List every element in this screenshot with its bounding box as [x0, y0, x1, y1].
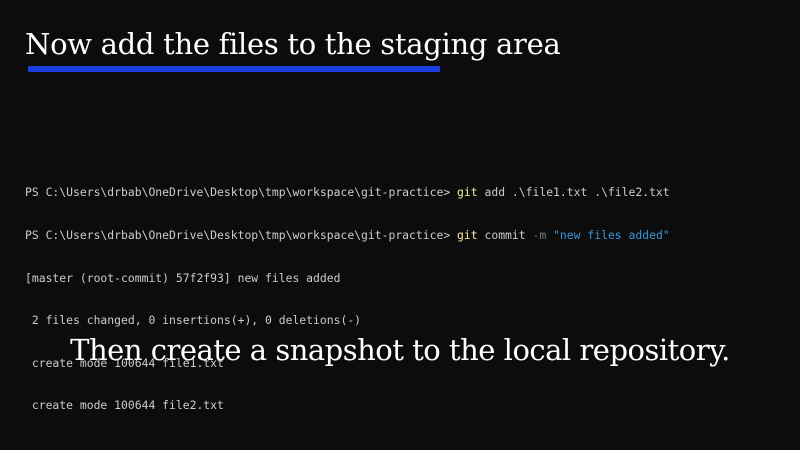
prompt: PS C:\Users\drbab\OneDrive\Desktop\tmp\w…	[25, 185, 458, 200]
title-underline	[28, 66, 440, 72]
output-line: create mode 100644 file2.txt	[25, 398, 224, 413]
slide: Now add the files to the staging area PS…	[0, 0, 800, 450]
prompt: PS C:\Users\drbab\OneDrive\Desktop\tmp\w…	[25, 228, 458, 242]
slide-title: Now add the files to the staging area	[25, 27, 561, 61]
terminal-line-git-commit: PS C:\Users\drbab\OneDrive\Desktop\tmp\w…	[25, 228, 670, 242]
command-args: add .\file1.txt .\file2.txt	[477, 185, 670, 200]
output-line: [master (root-commit) 57f2f93] new files…	[25, 270, 341, 285]
commit-message: "new files added"	[553, 228, 670, 242]
terminal-output: PS C:\Users\drbab\OneDrive\Desktop\tmp\w…	[25, 157, 670, 441]
slide-caption: Then create a snapshot to the local repo…	[70, 333, 730, 367]
command-args: commit	[477, 228, 533, 242]
command-name: git	[457, 228, 478, 242]
command-flag: -m	[532, 228, 547, 242]
command-name: git	[457, 185, 478, 200]
output-line: 2 files changed, 0 insertions(+), 0 dele…	[25, 313, 362, 328]
terminal-line-git-add: PS C:\Users\drbab\OneDrive\Desktop\tmp\w…	[25, 185, 670, 199]
